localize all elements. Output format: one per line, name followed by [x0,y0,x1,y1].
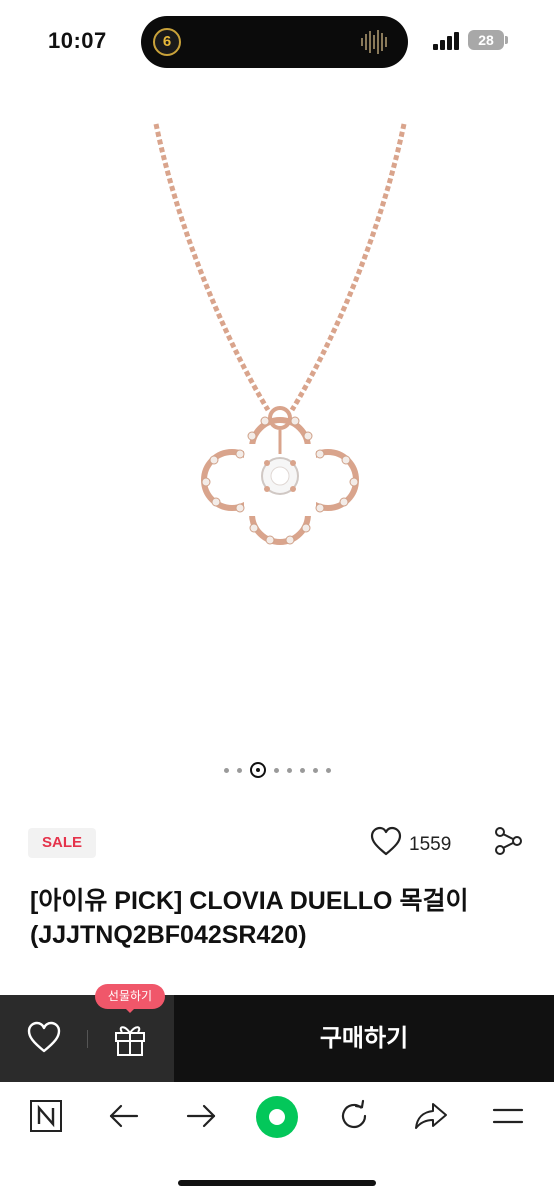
product-image-necklace[interactable] [120,118,440,558]
refresh-icon[interactable] [334,1096,374,1136]
green-window-icon[interactable] [255,1095,299,1139]
pager-dot[interactable] [236,767,242,773]
pager-dot[interactable] [273,767,279,773]
forward-share-icon[interactable] [411,1096,451,1136]
wishlist-heart-icon[interactable] [26,1020,62,1056]
heart-icon[interactable] [370,826,402,858]
dynamic-island: 6 [141,16,408,68]
menu-icon[interactable] [488,1096,528,1136]
gift-tooltip-tail [124,1007,136,1013]
pager-dot[interactable] [299,767,305,773]
product-title-line1: [아이유 PICK] CLOVIA DUELLO 목걸이 [30,887,469,915]
pager-dot[interactable] [223,767,229,773]
sale-badge: SALE [28,828,96,858]
forward-icon[interactable] [181,1096,221,1136]
product-title: [아이유 PICK] CLOVIA DUELLO 목걸이 (JJJTNQ2BF0… [30,884,530,952]
image-pager[interactable] [0,759,554,781]
status-time: 10:07 [48,28,107,53]
share-icon[interactable] [493,826,523,856]
back-icon[interactable] [104,1096,144,1136]
signal-icon [433,32,459,50]
app-logo-icon: 6 [153,28,181,56]
naver-home-icon[interactable] [26,1096,66,1136]
pager-dot[interactable] [325,767,331,773]
buy-button[interactable]: 구매하기 [174,995,554,1082]
pager-dot[interactable] [312,767,318,773]
like-count: 1559 [409,834,452,855]
pager-dot-active[interactable] [249,762,266,778]
gift-tooltip[interactable]: 선물하기 [95,984,165,1009]
home-indicator[interactable] [178,1180,376,1186]
battery-tip [505,36,508,44]
battery-indicator: 28 [468,30,504,50]
gift-icon[interactable] [110,1018,150,1058]
audio-wave-icon [361,30,387,54]
action-divider [87,1030,88,1048]
product-title-line2: (JJJTNQ2BF042SR420) [30,921,307,949]
pager-dot[interactable] [286,767,292,773]
